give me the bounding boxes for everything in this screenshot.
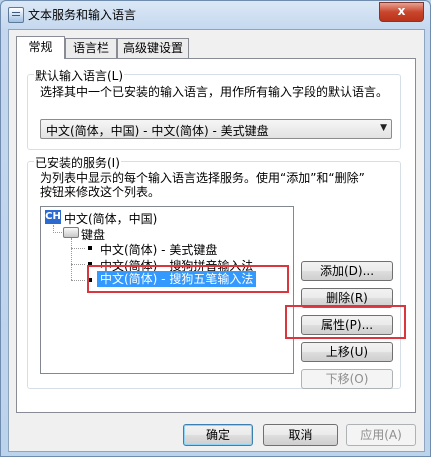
keyboard-app-icon [8, 7, 24, 23]
properties-button[interactable]: 属性(P)... [301, 315, 393, 335]
tab-language-bar[interactable]: 语言栏 [65, 38, 117, 58]
tree-item-us-keyboard[interactable]: 中文(简体) - 美式键盘 [100, 241, 217, 258]
default-language-value: 中文(简体，中国) - 中文(简体) - 美式键盘 [46, 124, 269, 138]
tab-advanced-key-settings[interactable]: 高级键设置 [117, 38, 189, 58]
window-title: 文本服务和输入语言 [28, 8, 137, 22]
move-up-button[interactable]: 上移(U) [301, 342, 393, 362]
move-down-button[interactable]: 下移(O) [301, 369, 393, 389]
installed-services-tree[interactable]: CH 中文(简体，中国) 键盘 中文(简体) - 美式键盘 中文(简体) - 搜… [40, 206, 294, 374]
add-button[interactable]: 添加(D)... [301, 261, 393, 281]
remove-button[interactable]: 删除(R) [301, 288, 393, 308]
dropdown-arrow-icon: ▼ [380, 123, 387, 133]
keyboard-icon [63, 227, 79, 238]
dialog-window: 文本服务和输入语言 x 常规 语言栏 高级键设置 默认输入语言(L) 选择其中一… [0, 0, 431, 457]
bullet-icon [88, 278, 92, 282]
tree-connector [71, 238, 72, 280]
installed-services-group-title: 已安装的服务(I) [34, 154, 121, 171]
tree-node-language[interactable]: 中文(简体，中国) [64, 210, 157, 227]
chinese-language-badge-icon: CH [45, 210, 61, 224]
tree-connector [71, 248, 85, 249]
tree-connector [71, 280, 85, 281]
tab-general[interactable]: 常规 [16, 36, 65, 59]
default-language-group-title: 默认输入语言(L) [34, 67, 125, 84]
tree-connector [71, 264, 85, 265]
default-language-dropdown[interactable]: 中文(简体，中国) - 中文(简体) - 美式键盘 ▼ [40, 119, 392, 139]
tree-connector [53, 232, 62, 233]
bullet-icon [88, 246, 92, 250]
bullet-icon [88, 262, 92, 266]
tree-item-sogou-wubi-selected[interactable]: 中文(简体) - 搜狗五笔输入法 [97, 271, 257, 287]
default-language-description: 选择其中一个已安装的输入语言，用作所有输入字段的默认语言。 [40, 85, 389, 99]
apply-button[interactable]: 应用(A) [346, 424, 416, 446]
installed-services-description-line1: 为列表中显示的每个输入语言选择服务。使用“添加”和“删除” [40, 171, 365, 185]
close-button[interactable]: x [379, 2, 424, 22]
ok-button[interactable]: 确定 [183, 424, 253, 446]
installed-services-description-line2: 按钮来修改这个列表。 [40, 185, 161, 199]
title-bar[interactable]: 文本服务和输入语言 x [1, 1, 430, 27]
cancel-button[interactable]: 取消 [263, 424, 338, 446]
